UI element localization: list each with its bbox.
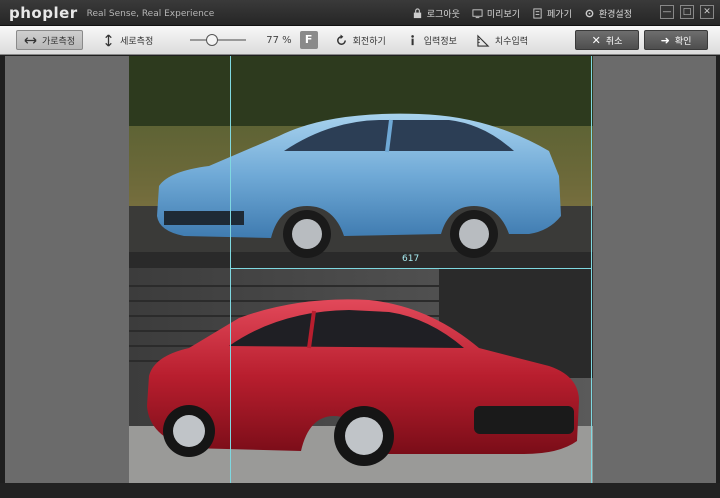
- confirm-label: 확인: [674, 36, 692, 47]
- measurement-value: 617: [402, 254, 420, 264]
- preview-label: 미리보기: [486, 9, 521, 20]
- ruler-icon: [477, 34, 490, 47]
- preview-menu-item[interactable]: 미리보기: [472, 7, 520, 20]
- measure-line: [230, 268, 592, 269]
- close-menu-item[interactable]: 페가기: [532, 7, 572, 20]
- loaded-photo: 617: [129, 56, 593, 483]
- vertical-measure-label: 세로측정: [120, 36, 154, 47]
- info-icon: [411, 34, 414, 45]
- confirm-button[interactable]: ➜ 확인: [644, 30, 708, 50]
- vertical-arrows-icon: [105, 33, 112, 47]
- top-menu: 로그아웃 미리보기 페가기 환경설정: [412, 0, 632, 26]
- close-label: 페가기: [547, 9, 572, 20]
- close-icon: ✕: [591, 33, 601, 47]
- settings-menu-item[interactable]: 환경설정: [584, 7, 632, 20]
- maximize-button[interactable]: □: [680, 5, 694, 19]
- status-bar: [0, 483, 720, 498]
- logout-menu-item[interactable]: 로그아웃: [412, 7, 460, 20]
- zoom-value: 77 %: [266, 34, 292, 46]
- input-info-label: 입력정보: [423, 36, 457, 47]
- rotate-label: 회전하기: [352, 36, 386, 47]
- logout-label: 로그아웃: [426, 9, 460, 20]
- minimize-button[interactable]: —: [660, 5, 674, 19]
- lock-icon: [413, 7, 421, 18]
- right-measure-guide[interactable]: [591, 56, 592, 483]
- app-logo: phopler: [9, 3, 78, 22]
- cancel-button[interactable]: ✕ 취소: [575, 30, 639, 50]
- image-workspace[interactable]: 617: [5, 56, 716, 483]
- settings-label: 환경설정: [598, 9, 632, 20]
- horizontal-arrows-icon: [24, 36, 37, 44]
- app-tagline: Real Sense, Real Experience: [86, 8, 215, 19]
- car-photo-image: [129, 56, 593, 483]
- zoom-slider[interactable]: [190, 34, 247, 46]
- rotate-button[interactable]: 회전하기: [328, 30, 393, 50]
- cancel-label: 취소: [605, 36, 623, 47]
- arrow-right-icon: ➜: [660, 33, 670, 47]
- dimension-input-label: 치수입력: [494, 36, 529, 47]
- title-bar: phopler Real Sense, Real Experience 로그아웃…: [0, 0, 720, 26]
- input-info-button[interactable]: 입력정보: [399, 30, 464, 50]
- left-measure-guide[interactable]: [230, 56, 231, 483]
- document-icon: [533, 7, 542, 19]
- window-controls: — □ ✕: [660, 5, 714, 19]
- window-close-button[interactable]: ✕: [700, 5, 714, 19]
- dimension-input-button[interactable]: 치수입력: [470, 30, 535, 50]
- horizontal-measure-label: 가로측정: [42, 36, 76, 47]
- gear-icon: [585, 9, 594, 17]
- zoom-slider-track: [190, 39, 247, 41]
- vertical-measure-button[interactable]: 세로측정: [95, 30, 160, 50]
- fit-button[interactable]: F: [299, 31, 318, 49]
- rotate-icon: [336, 33, 346, 45]
- toolbar: 가로측정 세로측정 77 % F 회전하기 입력정보 치수입력 ✕ 취소 ➜ 확…: [0, 26, 720, 55]
- zoom-slider-thumb[interactable]: [206, 34, 219, 46]
- monitor-icon: [472, 8, 483, 18]
- horizontal-measure-button[interactable]: 가로측정: [16, 30, 84, 50]
